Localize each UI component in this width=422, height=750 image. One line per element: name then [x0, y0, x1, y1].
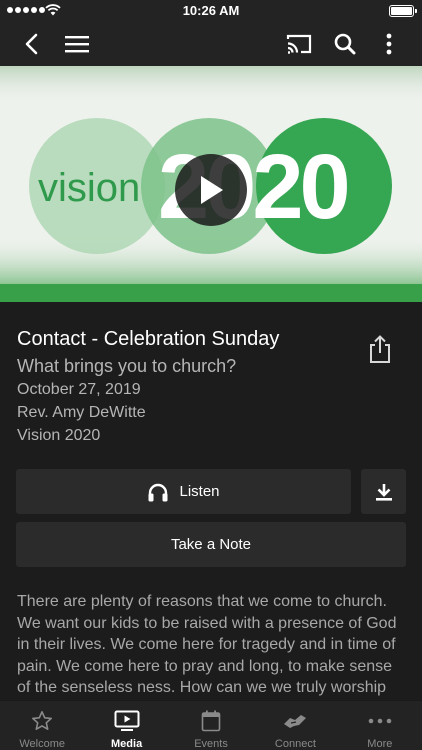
tab-more[interactable]: More: [338, 701, 422, 750]
share-icon[interactable]: [366, 334, 394, 364]
tab-welcome[interactable]: Welcome: [0, 701, 84, 750]
tab-label-media: Media: [111, 738, 143, 750]
tab-label-connect: Connect: [274, 738, 316, 750]
tab-media[interactable]: Media: [84, 701, 168, 750]
tab-label-welcome: Welcome: [19, 738, 66, 750]
take-note-button[interactable]: Take a Note: [16, 522, 406, 567]
play-screen-icon: [114, 709, 140, 733]
battery-icon: [389, 5, 417, 17]
tab-bar: Welcome Media Events Connect More: [0, 700, 422, 750]
menu-icon[interactable]: [61, 28, 93, 60]
status-time: 10:26 AM: [182, 3, 240, 18]
navigation-bar: [0, 22, 422, 66]
tab-label-events: Events: [194, 738, 228, 750]
media-date: October 27, 2019: [17, 381, 141, 398]
play-button[interactable]: [175, 154, 247, 226]
media-details: Contact - Celebration Sunday What brings…: [0, 302, 422, 462]
headphones-icon: [148, 483, 168, 501]
tab-label-more: More: [367, 738, 393, 750]
play-icon: [201, 176, 223, 204]
download-button[interactable]: [361, 469, 406, 514]
status-bar: 10:26 AM: [0, 0, 422, 22]
calendar-icon: [198, 709, 224, 733]
listen-button[interactable]: Listen: [16, 469, 351, 514]
media-subtitle: What brings you to church?: [17, 356, 237, 376]
cast-icon[interactable]: [283, 28, 315, 60]
media-title: Contact - Celebration Sunday: [17, 328, 280, 350]
handshake-icon: [282, 709, 308, 733]
hero-text-vision: vision: [38, 166, 140, 210]
media-series: Vision 2020: [17, 427, 101, 444]
download-icon: [375, 483, 392, 501]
back-icon[interactable]: [16, 28, 48, 60]
take-note-label: Take a Note: [170, 536, 252, 553]
tab-events[interactable]: Events: [169, 701, 253, 750]
media-speaker: Rev. Amy DeWitte: [17, 404, 146, 421]
more-dots-icon: [367, 709, 393, 733]
tab-connect[interactable]: Connect: [253, 701, 337, 750]
search-icon[interactable]: [329, 28, 361, 60]
more-vertical-icon[interactable]: [373, 28, 405, 60]
video-thumbnail[interactable]: vision 2020: [0, 66, 422, 302]
listen-label: Listen: [179, 483, 220, 500]
media-description: There are plenty of reasons that we come…: [17, 593, 397, 696]
star-icon: [29, 709, 55, 733]
